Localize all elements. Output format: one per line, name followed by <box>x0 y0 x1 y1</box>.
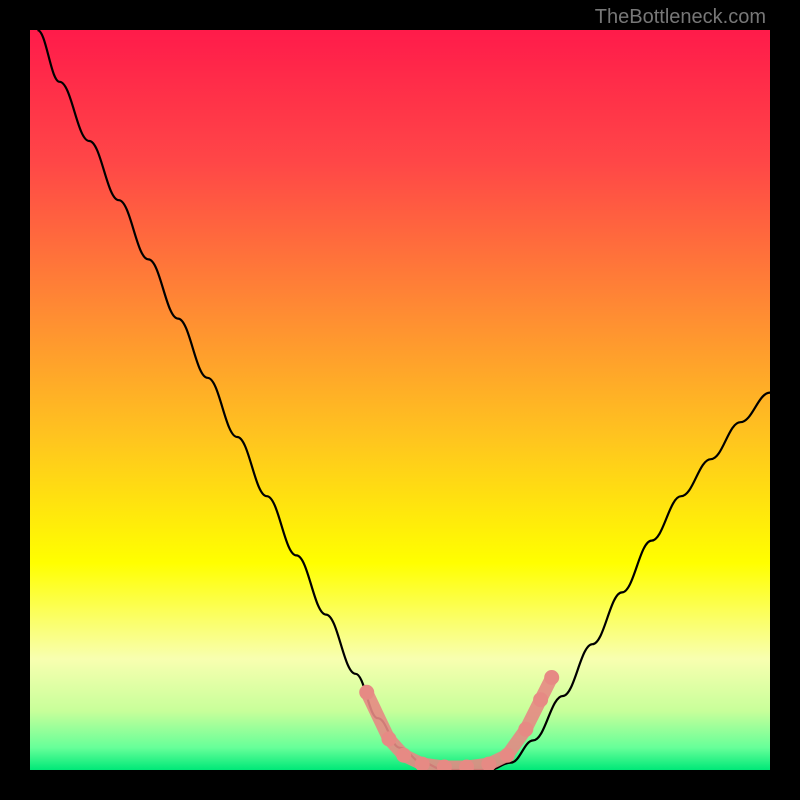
curve-layer <box>30 30 770 770</box>
plot-area <box>30 30 770 770</box>
bottleneck-curve <box>37 30 770 770</box>
chart-frame: TheBottleneck.com <box>0 0 800 800</box>
highlight-dot <box>381 731 396 746</box>
watermark-text: TheBottleneck.com <box>595 6 766 29</box>
highlight-dot <box>518 722 533 737</box>
highlight-dot <box>544 670 559 685</box>
highlight-dot <box>359 685 374 700</box>
highlight-dot <box>533 692 548 707</box>
highlight-dot <box>396 748 411 763</box>
highlight-dot <box>500 748 515 763</box>
